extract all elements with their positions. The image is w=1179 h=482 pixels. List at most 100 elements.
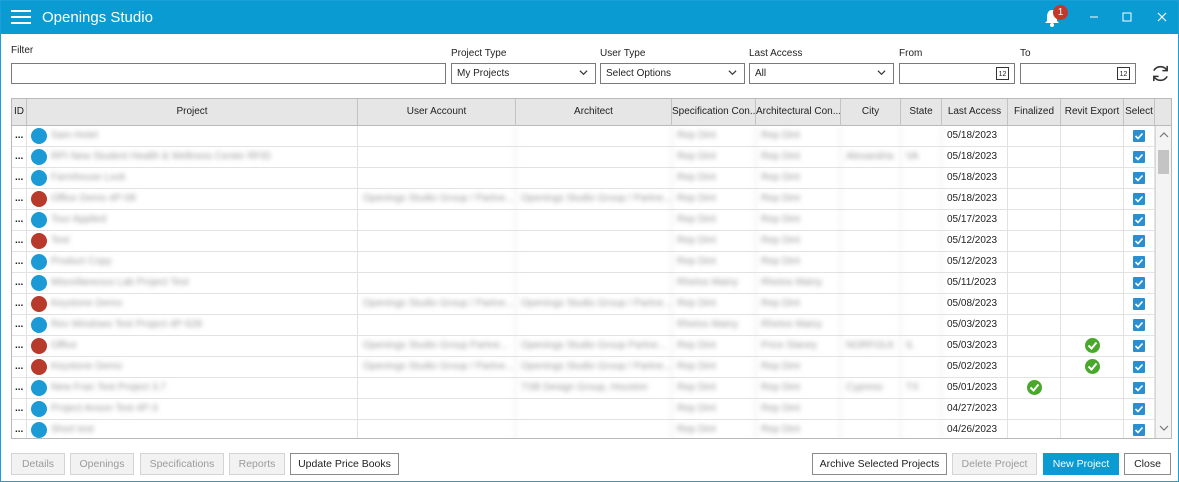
row-menu-button[interactable]: ... xyxy=(12,147,27,168)
architect-cell xyxy=(516,210,672,231)
calendar-icon[interactable]: 12 xyxy=(1117,67,1130,80)
header-col-arch-con[interactable]: Architectural Con... xyxy=(756,99,841,126)
row-menu-button[interactable]: ... xyxy=(12,336,27,357)
reports-button[interactable]: Reports xyxy=(229,453,285,475)
select-checkbox[interactable] xyxy=(1133,424,1145,436)
header-col-revit-export[interactable]: Revit Export xyxy=(1061,99,1124,126)
select-checkbox[interactable] xyxy=(1133,130,1145,142)
select-checkbox[interactable] xyxy=(1133,235,1145,247)
row-menu-button[interactable]: ... xyxy=(12,420,27,438)
state-cell xyxy=(901,315,942,336)
table-row[interactable]: ... New Fran Test Project 3.7 TSB Design G… xyxy=(12,378,1155,399)
select-checkbox[interactable] xyxy=(1133,340,1145,352)
user-type-select[interactable]: Select Options xyxy=(600,63,745,84)
spec-con-cell: Rep Dint xyxy=(672,399,756,420)
select-checkbox[interactable] xyxy=(1133,319,1145,331)
select-checkbox[interactable] xyxy=(1133,151,1145,163)
city-cell xyxy=(841,399,901,420)
row-menu-button[interactable]: ... xyxy=(12,357,27,378)
archive-selected-projects-button[interactable]: Archive Selected Projects xyxy=(812,453,947,475)
select-checkbox[interactable] xyxy=(1133,256,1145,268)
select-checkbox[interactable] xyxy=(1133,172,1145,184)
state-cell xyxy=(901,399,942,420)
delete-project-button[interactable]: Delete Project xyxy=(952,453,1037,475)
state-cell xyxy=(901,210,942,231)
row-menu-button[interactable]: ... xyxy=(12,315,27,336)
header-col-last-access[interactable]: Last Access xyxy=(942,99,1008,126)
row-menu-button[interactable]: ... xyxy=(12,126,27,147)
scrollbar-thumb[interactable] xyxy=(1158,150,1169,174)
state-cell xyxy=(901,420,942,438)
details-button[interactable]: Details xyxy=(11,453,65,475)
spec-con-cell: Rep Dint xyxy=(672,294,756,315)
row-menu-button[interactable]: ... xyxy=(12,273,27,294)
finalized-cell xyxy=(1008,126,1061,147)
row-menu-button[interactable]: ... xyxy=(12,168,27,189)
spec-con-cell: Rep Dint xyxy=(672,189,756,210)
header-col-spec-con[interactable]: Specification Con... xyxy=(672,99,756,126)
header-col-id[interactable]: ID xyxy=(12,99,27,126)
table-row[interactable]: ... RPI New Student Health & Wellness Cen… xyxy=(12,147,1155,168)
table-row[interactable]: ... Office Demo 4P-08 Openings Studio Grou… xyxy=(12,189,1155,210)
vertical-scrollbar[interactable] xyxy=(1155,126,1171,438)
last-access-select[interactable]: All xyxy=(749,63,894,84)
filter-input[interactable] xyxy=(11,63,446,84)
table-row[interactable]: ... Project Anson Test 4P-3 Rep Dint Rep Di… xyxy=(12,399,1155,420)
header-col-select[interactable]: Select xyxy=(1124,99,1155,126)
project-name: Tour Applied xyxy=(51,214,107,225)
update-price-books-button[interactable]: Update Price Books xyxy=(290,453,399,475)
row-menu-button[interactable]: ... xyxy=(12,210,27,231)
header-col-finalized[interactable]: Finalized xyxy=(1008,99,1061,126)
user-account-cell: Openings Studio Group Partne... xyxy=(358,336,516,357)
hamburger-menu-icon[interactable] xyxy=(11,10,31,25)
table-row[interactable]: ... Rev Windows Test Project 4P-528 Rhetos… xyxy=(12,315,1155,336)
to-date-input[interactable]: 12 xyxy=(1020,63,1136,84)
header-col-city[interactable]: City xyxy=(841,99,901,126)
minimize-button[interactable] xyxy=(1086,9,1102,25)
select-checkbox[interactable] xyxy=(1133,382,1145,394)
table-row[interactable]: ... Farmhouse Lock Rep Dint Rep Dint 05/18/2… xyxy=(12,168,1155,189)
scroll-up-icon[interactable] xyxy=(1159,130,1169,140)
table-row[interactable]: ... Keystone Demo Openings Studio Group / … xyxy=(12,294,1155,315)
table-row[interactable]: ... Keystone Demo Openings Studio Group / … xyxy=(12,357,1155,378)
table-row[interactable]: ... Tour Applied Rep Dint Rep Dint 05/17/202… xyxy=(12,210,1155,231)
table-row[interactable]: ... Test Rep Dint Rep Dint 05/12/2023 xyxy=(12,231,1155,252)
specifications-button[interactable]: Specifications xyxy=(140,453,224,475)
scroll-down-icon[interactable] xyxy=(1159,423,1169,433)
table-row[interactable]: ... Office Openings Studio Group Partne...… xyxy=(12,336,1155,357)
calendar-icon[interactable]: 12 xyxy=(996,67,1009,80)
maximize-button[interactable] xyxy=(1119,9,1135,25)
header-col-architect[interactable]: Architect xyxy=(516,99,672,126)
table-row[interactable]: ... Product Copy Rep Dint Rep Dint 05/12/202… xyxy=(12,252,1155,273)
select-checkbox[interactable] xyxy=(1133,403,1145,415)
close-button[interactable]: Close xyxy=(1124,453,1171,475)
row-menu-button[interactable]: ... xyxy=(12,189,27,210)
refresh-icon[interactable] xyxy=(1150,63,1171,84)
new-project-button[interactable]: New Project xyxy=(1043,453,1119,475)
user-account-cell xyxy=(358,210,516,231)
chevron-down-icon xyxy=(579,70,588,76)
close-window-button[interactable] xyxy=(1154,9,1170,25)
row-menu-button[interactable]: ... xyxy=(12,231,27,252)
row-menu-button[interactable]: ... xyxy=(12,378,27,399)
select-checkbox[interactable] xyxy=(1133,298,1145,310)
select-checkbox[interactable] xyxy=(1133,214,1145,226)
table-row[interactable]: ... Short test Rep Dint Rep Dint 04/26/2023 xyxy=(12,420,1155,438)
table-row[interactable]: ... Sam Hotel Rep Dint Rep Dint 05/18/2023 xyxy=(12,126,1155,147)
select-checkbox[interactable] xyxy=(1133,361,1145,373)
project-type-select[interactable]: My Projects xyxy=(451,63,596,84)
table-row[interactable]: ... Miscellaneous Lab Project Test Rhetos … xyxy=(12,273,1155,294)
select-checkbox[interactable] xyxy=(1133,277,1145,289)
last-access-cell: 04/27/2023 xyxy=(942,399,1008,420)
header-col-state[interactable]: State xyxy=(901,99,942,126)
project-cell: Product Copy xyxy=(27,252,358,273)
header-col-user-account[interactable]: User Account xyxy=(358,99,516,126)
select-checkbox[interactable] xyxy=(1133,193,1145,205)
row-menu-button[interactable]: ... xyxy=(12,252,27,273)
header-col-project[interactable]: Project xyxy=(27,99,358,126)
openings-button[interactable]: Openings xyxy=(70,453,134,475)
row-menu-button[interactable]: ... xyxy=(12,399,27,420)
title-bar: Openings Studio 1 xyxy=(1,1,1178,34)
row-menu-button[interactable]: ... xyxy=(12,294,27,315)
from-date-input[interactable]: 12 xyxy=(899,63,1015,84)
